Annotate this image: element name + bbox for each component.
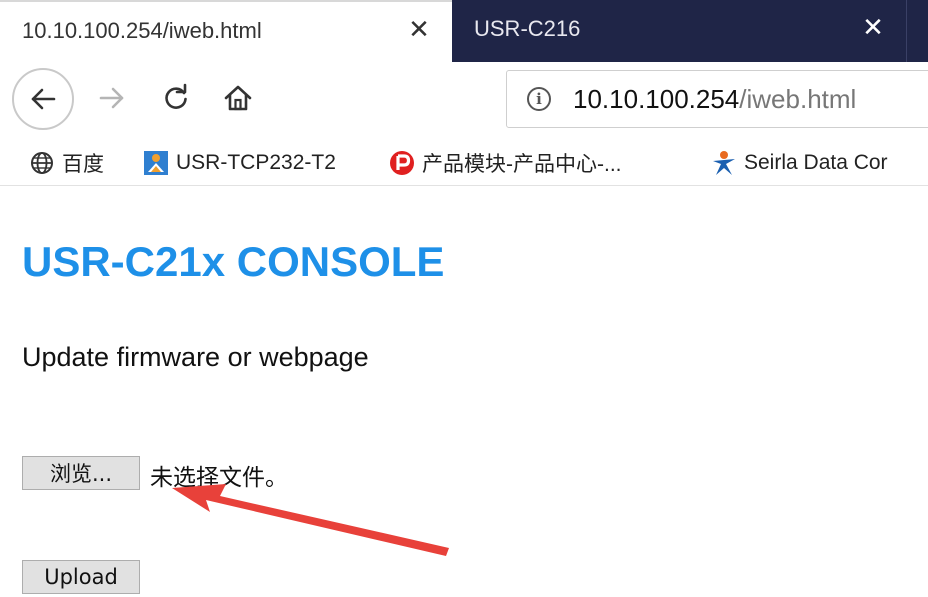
- bookmark-label: 百度: [62, 153, 104, 176]
- url-path: /iweb.html: [739, 84, 857, 114]
- bookmark-product-center[interactable]: 产品模块-产品中心-...: [388, 146, 622, 180]
- bookmark-label: Seirla Data Cor: [744, 151, 888, 174]
- tab-title: USR-C216: [474, 16, 581, 41]
- browse-file-button[interactable]: 浏览...: [22, 456, 140, 490]
- navigation-toolbar: i 10.10.100.254/iweb.html: [0, 62, 928, 140]
- url-text[interactable]: 10.10.100.254/iweb.html: [573, 84, 856, 115]
- home-icon: [224, 85, 252, 111]
- bookmark-label: 产品模块-产品中心-...: [422, 153, 622, 176]
- forward-arrow-icon: [99, 87, 124, 109]
- address-bar[interactable]: i 10.10.100.254/iweb.html: [506, 70, 928, 128]
- usr-logo-icon: [142, 149, 170, 177]
- bookmark-label: USR-TCP232-T2: [176, 151, 336, 174]
- tab-title: 10.10.100.254/iweb.html: [22, 18, 262, 43]
- forward-button[interactable]: [92, 78, 132, 118]
- reload-button[interactable]: [156, 78, 196, 118]
- browser-window: 10.10.100.254/iweb.html ✕ USR-C216 ✕ i 1…: [0, 0, 928, 597]
- bookmark-baidu[interactable]: 百度: [28, 146, 104, 180]
- tab-strip-overflow: [906, 0, 928, 62]
- tab-strip: 10.10.100.254/iweb.html ✕ USR-C216 ✕: [0, 0, 928, 62]
- person-star-icon: [710, 149, 738, 177]
- bookmarks-bar: 百度 USR-TCP232-T2 产品模块-产品中心-... Seirla Da…: [0, 140, 928, 186]
- page-content: USR-C21x CONSOLE Update firmware or webp…: [0, 186, 928, 597]
- info-icon[interactable]: i: [527, 87, 551, 111]
- back-button[interactable]: [12, 68, 74, 130]
- home-button[interactable]: [218, 78, 258, 118]
- file-status-text: 未选择文件。: [150, 465, 288, 491]
- url-host: 10.10.100.254: [573, 84, 740, 114]
- tab-usr-c216[interactable]: USR-C216 ✕: [452, 0, 906, 62]
- page-subtitle: Update firmware or webpage: [22, 342, 369, 372]
- upload-button[interactable]: Upload: [22, 560, 140, 594]
- bookmark-usr-tcp232-t2[interactable]: USR-TCP232-T2: [142, 146, 336, 180]
- globe-icon: [28, 149, 56, 177]
- p-logo-icon: [388, 149, 416, 177]
- tab-iweb[interactable]: 10.10.100.254/iweb.html ✕: [0, 0, 452, 62]
- back-arrow-icon: [31, 88, 56, 110]
- close-icon[interactable]: ✕: [858, 12, 888, 42]
- reload-icon: [165, 83, 187, 109]
- close-icon[interactable]: ✕: [404, 14, 434, 44]
- page-title: USR-C21x CONSOLE: [22, 238, 445, 285]
- bookmark-seirla-data[interactable]: Seirla Data Cor: [710, 146, 888, 180]
